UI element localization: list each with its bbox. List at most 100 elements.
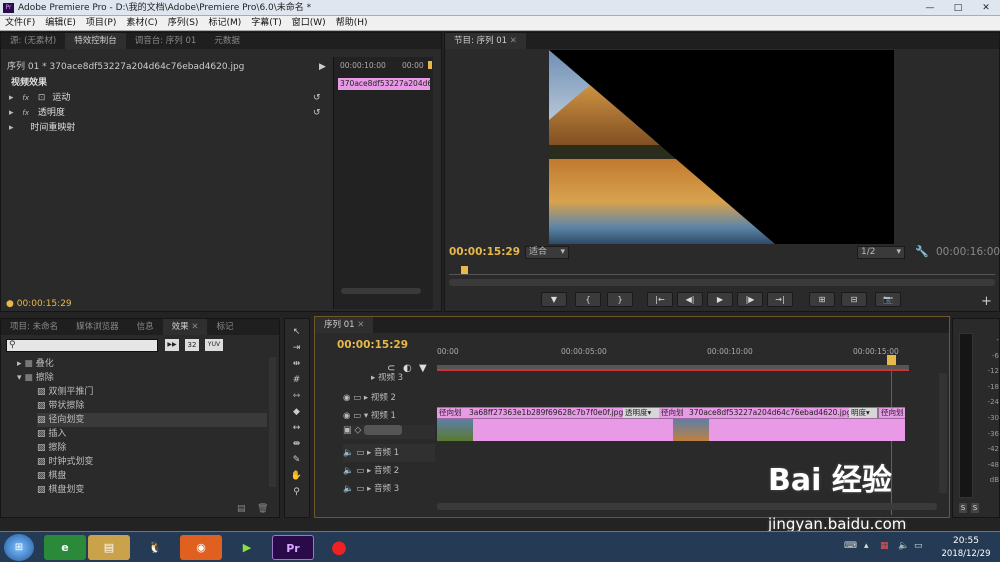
transition-clip-label[interactable]: 径向划: [659, 408, 687, 418]
track-audio-3[interactable]: 🔈 ▭ ▸ 音频 3: [343, 480, 435, 498]
firefox-icon[interactable]: ◉: [180, 535, 222, 560]
menu-window[interactable]: 窗口(W): [287, 16, 331, 30]
lock-icon[interactable]: ▭: [353, 393, 361, 403]
tab-project[interactable]: 项目: 未命名: [1, 319, 67, 335]
timeline-vertical-scrollbar[interactable]: [939, 373, 947, 493]
speaker-icon[interactable]: 🔈: [343, 484, 354, 494]
keyframe-nav-control[interactable]: [364, 425, 403, 435]
track-select-tool-icon[interactable]: ⇥: [288, 341, 305, 355]
keyframe-nav-icon[interactable]: ◇: [354, 426, 361, 436]
list-item[interactable]: ▨ 带状擦除: [37, 399, 267, 413]
timeline-horizontal-scrollbar[interactable]: [437, 503, 937, 510]
lock-icon[interactable]: ▭: [356, 448, 364, 458]
network-icon[interactable]: ▦: [880, 541, 889, 551]
menu-file[interactable]: 文件(F): [0, 16, 40, 30]
effects-scrollbar[interactable]: [269, 357, 276, 487]
new-bin-icon[interactable]: ▤: [237, 504, 246, 514]
menu-marker[interactable]: 标记(M): [203, 16, 246, 30]
file-explorer-icon[interactable]: ▤: [88, 535, 130, 560]
menu-help[interactable]: 帮助(H): [331, 16, 373, 30]
reset-icon[interactable]: ↺: [313, 106, 321, 121]
lock-icon[interactable]: ▭: [353, 411, 361, 421]
slip-tool-icon[interactable]: ↔: [288, 421, 305, 435]
add-button-icon[interactable]: +: [981, 295, 992, 308]
lock-icon[interactable]: ▭: [356, 484, 364, 494]
play-button[interactable]: ▶: [707, 292, 733, 307]
menu-edit[interactable]: 编辑(E): [40, 16, 81, 30]
folder-dissolve[interactable]: ▸ ■ 叠化: [17, 357, 54, 371]
record-icon[interactable]: ●: [318, 535, 360, 560]
minimize-button[interactable]: —: [916, 0, 944, 16]
list-item[interactable]: ▨ 棋盘: [37, 469, 267, 483]
list-item[interactable]: ▨ 时钟式划变: [37, 455, 267, 469]
effects-search-input[interactable]: ⚲: [6, 339, 158, 352]
slide-tool-icon[interactable]: ⇼: [288, 437, 305, 451]
program-scrollbar[interactable]: [449, 279, 995, 286]
mini-scrollbar[interactable]: [341, 288, 421, 294]
wrench-icon[interactable]: 🔧: [915, 245, 929, 258]
solo-right-button[interactable]: S: [971, 503, 979, 513]
transition-clip-label[interactable]: 径向划: [437, 408, 467, 418]
clip-label[interactable]: 370ace8df53227a204d64c76ebad4620.jpg: [687, 408, 849, 418]
speaker-icon[interactable]: 🔈: [343, 448, 354, 458]
track-video-1[interactable]: ◉ ▭ ▾ 视频 1: [343, 407, 433, 425]
tab-info[interactable]: 信息: [128, 319, 163, 335]
tab-markers[interactable]: 标记: [207, 319, 242, 335]
razor-tool-icon[interactable]: ◆: [288, 405, 305, 419]
list-item[interactable]: ▨ 棋盘划变: [37, 483, 267, 497]
tab-metadata[interactable]: 元数据: [205, 33, 249, 49]
zoom-tool-icon[interactable]: ⚲: [288, 485, 305, 499]
add-marker-button[interactable]: ▼: [541, 292, 567, 307]
start-button[interactable]: ⊞: [4, 534, 34, 561]
pen-tool-icon[interactable]: ✎: [288, 453, 305, 467]
tab-audio-mixer[interactable]: 调音台: 序列 01: [126, 33, 206, 49]
marker-icon[interactable]: ◐: [403, 363, 412, 374]
resolution-dropdown[interactable]: 1/2 ▾: [857, 246, 905, 259]
effect-motion-row[interactable]: ▸ fx ⊡ 运动 ↺: [9, 91, 329, 106]
speaker-tray-icon[interactable]: 🔈: [898, 541, 909, 551]
go-to-in-button[interactable]: |←: [647, 292, 673, 307]
go-to-out-button[interactable]: →|: [767, 292, 793, 307]
video-1-keyframe-controls[interactable]: ▣ ◇: [343, 425, 435, 439]
qq-icon[interactable]: 🐧: [134, 535, 176, 560]
ime-icon[interactable]: ▭: [914, 541, 923, 551]
track-audio-2[interactable]: 🔈 ▭ ▸ 音频 2: [343, 462, 435, 480]
hand-tool-icon[interactable]: ✋: [288, 469, 305, 483]
fit-dropdown[interactable]: 适合 ▾: [525, 246, 569, 259]
add-marker-icon[interactable]: ▼: [419, 363, 427, 374]
eye-icon[interactable]: ◉: [343, 393, 350, 403]
tab-media-browser[interactable]: 媒体浏览器: [67, 319, 128, 335]
list-item[interactable]: ▨ 双侧平推门: [37, 385, 267, 399]
reset-icon[interactable]: ↺: [313, 91, 321, 106]
program-ruler[interactable]: [449, 265, 995, 275]
media-app-icon[interactable]: ▶: [226, 535, 268, 560]
effect-opacity-row[interactable]: ▸ fx 透明度 ↺: [9, 106, 329, 121]
selection-tool-icon[interactable]: ↖: [288, 325, 305, 339]
32bit-badge[interactable]: 32: [185, 339, 199, 351]
menu-clip[interactable]: 素材(C): [121, 16, 162, 30]
playhead-handle[interactable]: [887, 355, 896, 365]
program-playhead[interactable]: [461, 266, 468, 274]
yuv-badge[interactable]: YUV: [205, 339, 223, 351]
mini-clip[interactable]: 370ace8df53227a204d64c76ebad4620.jpg: [338, 78, 430, 90]
delete-icon[interactable]: 🗑: [257, 504, 268, 514]
menu-title[interactable]: 字幕(T): [246, 16, 287, 30]
browser-green-icon[interactable]: e: [44, 535, 86, 560]
tab-sequence[interactable]: 序列 01 ✕: [315, 317, 374, 333]
work-area-bar[interactable]: [437, 365, 909, 371]
expand-icon[interactable]: ▸: [9, 93, 14, 103]
rolling-edit-tool-icon[interactable]: #: [288, 373, 305, 387]
opacity-label[interactable]: 透明度▾: [623, 408, 659, 418]
list-item[interactable]: ▨ 擦除: [37, 441, 267, 455]
accelerated-badge[interactable]: ▶▶: [165, 339, 179, 351]
folder-wipe[interactable]: ▾ ■ 擦除: [17, 371, 54, 385]
lift-button[interactable]: ⊞: [809, 292, 835, 307]
list-item[interactable]: ▨ 径向划变: [37, 413, 267, 427]
export-frame-button[interactable]: 📷: [875, 292, 901, 307]
menu-sequence[interactable]: 序列(S): [163, 16, 204, 30]
track-video-2[interactable]: ◉ ▭ ▸ 视频 2: [343, 389, 433, 407]
tray-expand-icon[interactable]: ▴: [864, 541, 869, 551]
premiere-taskbar-icon[interactable]: Pr: [272, 535, 314, 560]
tab-effect-controls[interactable]: 特效控制台: [65, 33, 126, 49]
list-item[interactable]: ▨ 插入: [37, 427, 267, 441]
